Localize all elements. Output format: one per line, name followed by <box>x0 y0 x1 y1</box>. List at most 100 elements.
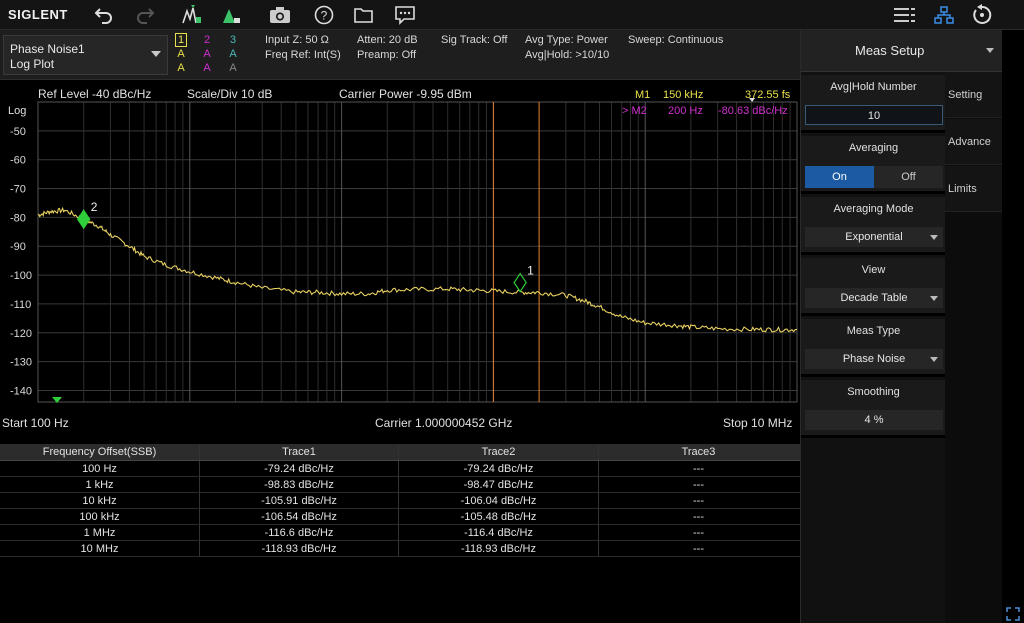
attenuation[interactable]: Atten: 20 dB <box>357 34 418 46</box>
average-hold-count[interactable]: Avg|Hold: >10/10 <box>525 49 609 61</box>
avg-hold-label: Avg|Hold Number <box>830 81 917 93</box>
table-cell: -118.93 dBc/Hz <box>200 541 399 556</box>
trace-1-detector: A <box>177 62 185 74</box>
trace-2-detector: A <box>203 62 211 74</box>
peak-search-icon[interactable] <box>180 3 204 27</box>
stop-frequency[interactable]: Stop 10 MHz <box>723 416 792 430</box>
marker-1-diamond <box>513 272 527 293</box>
redo-icon[interactable] <box>133 3 157 27</box>
averaging-off-option[interactable]: Off <box>874 166 943 188</box>
table-cell: -118.93 dBc/Hz <box>399 541 599 556</box>
average-type[interactable]: Avg Type: Power <box>525 34 608 46</box>
top-toolbar: SIGLENT ? <box>0 0 1024 30</box>
table-row: 100 kHz -106.54 dBc/Hz -105.48 dBc/Hz --… <box>0 509 800 525</box>
averaging-mode-select[interactable]: Exponential <box>805 227 943 247</box>
table-cell: 1 kHz <box>0 477 200 492</box>
tab-setting[interactable]: Setting <box>945 72 1002 118</box>
y-tick-label: -140 <box>10 385 32 397</box>
table-cell: 1 MHz <box>0 525 200 540</box>
trace-1-number: 1 <box>175 33 187 47</box>
frequency-reference[interactable]: Freq Ref: Int(S) <box>265 49 341 61</box>
screenshot-camera-icon[interactable] <box>268 3 292 27</box>
phase-noise-plot[interactable]: -50-60-70-80-90-100-110-120-130-140 12 <box>0 80 800 410</box>
help-icon[interactable]: ? <box>312 3 336 27</box>
start-frequency[interactable]: Start 100 Hz <box>2 416 69 430</box>
table-cell: -98.47 dBc/Hz <box>399 477 599 492</box>
table-row: 1 kHz -98.83 dBc/Hz -98.47 dBc/Hz --- <box>0 477 800 493</box>
y-tick-label: -120 <box>10 328 32 340</box>
folder-icon[interactable] <box>352 3 376 27</box>
side-tab-strip: Setting Advance Limits <box>945 72 1002 623</box>
panel-title-dropdown[interactable]: Meas Setup <box>801 30 1024 72</box>
table-cell: -106.04 dBc/Hz <box>399 493 599 508</box>
marker-2-diamond <box>76 209 91 230</box>
y-axis-unit: Log <box>8 105 27 117</box>
preset-reset-icon[interactable] <box>970 3 994 27</box>
y-tick-label: -130 <box>10 357 32 369</box>
averaging-mode-label: Averaging Mode <box>833 203 914 215</box>
header-trace3: Trace3 <box>681 446 716 458</box>
table-row: 10 kHz -105.91 dBc/Hz -106.04 dBc/Hz --- <box>0 493 800 509</box>
brand-logo: SIGLENT <box>8 7 68 22</box>
menu-list-icon[interactable] <box>893 3 917 27</box>
trace-2-number: 2 <box>203 34 211 46</box>
y-tick-label: -70 <box>10 184 26 196</box>
table-cell: -79.24 dBc/Hz <box>200 461 399 476</box>
avg-hold-number-input[interactable]: 10 <box>805 105 943 125</box>
averaging-mode-section: Averaging Mode Exponential <box>801 197 946 255</box>
trace-1-indicator[interactable]: 1 A A <box>175 33 187 75</box>
header-frequency-offset: Frequency Offset(SSB) <box>0 444 200 460</box>
marker-2-frequency: 200 Hz <box>668 105 703 117</box>
view-select[interactable]: Decade Table <box>805 288 943 308</box>
table-cell: -79.24 dBc/Hz <box>399 461 599 476</box>
table-cell: --- <box>693 543 704 555</box>
decade-table: Frequency Offset(SSB) Trace1 Trace2 Trac… <box>0 444 800 557</box>
header-trace2: Trace2 <box>399 444 599 460</box>
meas-type-label: Meas Type <box>846 325 901 337</box>
input-impedance[interactable]: Input Z: 50 Ω <box>265 34 329 46</box>
y-tick-label: -100 <box>10 270 32 282</box>
marker-icon[interactable] <box>219 3 243 27</box>
tab-advance[interactable]: Advance <box>945 119 1002 165</box>
header-trace1: Trace1 <box>200 444 399 460</box>
chevron-down-icon <box>930 235 938 240</box>
plot-grid <box>37 101 798 403</box>
table-cell: -98.83 dBc/Hz <box>200 477 399 492</box>
table-cell: 10 kHz <box>0 493 200 508</box>
smoothing-label: Smoothing <box>847 386 900 398</box>
undo-icon[interactable] <box>92 3 116 27</box>
chevron-down-icon <box>930 296 938 301</box>
meas-setup-panel: Meas Setup Avg|Hold Number 10 Averaging … <box>800 30 1024 623</box>
carrier-frequency[interactable]: Carrier 1.000000452 GHz <box>375 416 512 430</box>
signal-track-status[interactable]: Sig Track: Off <box>441 34 507 46</box>
view-section: View Decade Table <box>801 258 946 316</box>
y-axis-ticks: -50 -60 -70 -80 -90 -100 -110 -120 -130 -140 <box>10 126 32 398</box>
message-icon[interactable] <box>393 3 417 27</box>
table-cell: 100 Hz <box>0 461 200 476</box>
y-tick-label: -90 <box>10 241 26 253</box>
preamp-status[interactable]: Preamp: Off <box>357 49 416 61</box>
smoothing-section: Smoothing 4 % <box>801 380 946 438</box>
panel-title: Meas Setup <box>855 43 925 58</box>
network-icon[interactable] <box>932 3 956 27</box>
chevron-down-icon <box>930 357 938 362</box>
fullscreen-icon[interactable] <box>1006 607 1020 621</box>
table-cell: -106.54 dBc/Hz <box>200 509 399 524</box>
smoothing-input[interactable]: 4 % <box>805 410 943 430</box>
meas-type-select[interactable]: Phase Noise <box>805 349 943 369</box>
table-cell: 10 MHz <box>0 541 200 556</box>
table-cell: -105.48 dBc/Hz <box>399 509 599 524</box>
marker-2-label: > M2 <box>622 105 647 117</box>
sweep-mode[interactable]: Sweep: Continuous <box>628 34 723 46</box>
trace-3-mode: A <box>229 48 237 60</box>
trace-3-indicator[interactable]: 3 A A <box>227 33 239 75</box>
marker-position-arrow-icon <box>749 98 756 102</box>
trace-2-indicator[interactable]: 2 A A <box>201 33 213 75</box>
tab-limits[interactable]: Limits <box>945 166 1002 212</box>
view-value: Decade Table <box>840 292 908 304</box>
averaging-toggle[interactable]: On Off <box>805 166 943 188</box>
y-tick-label: -110 <box>10 299 31 311</box>
averaging-on-option[interactable]: On <box>805 166 874 188</box>
measurement-mode-dropdown[interactable]: Phase Noise1 Log Plot <box>3 35 168 75</box>
table-cell: -105.91 dBc/Hz <box>200 493 399 508</box>
